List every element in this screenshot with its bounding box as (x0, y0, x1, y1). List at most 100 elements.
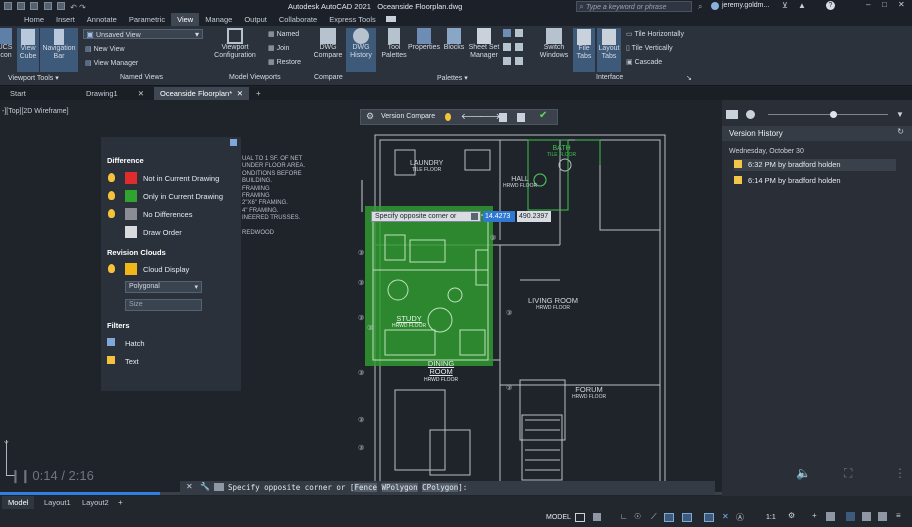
lightbulb-icon[interactable] (108, 264, 115, 273)
customization-icon[interactable]: ≡ (896, 511, 901, 520)
tile-horizontally-button[interactable]: ▭ Tile Horizontally (626, 30, 684, 38)
filter-text[interactable]: Text (101, 355, 241, 369)
close-icon[interactable]: ✕ (898, 0, 905, 9)
ribbon-tab-parametric[interactable]: Parametric (123, 13, 171, 26)
filter-hatch[interactable]: Hatch (101, 337, 241, 351)
clean-screen-icon[interactable] (878, 512, 887, 521)
viewport-tools-panel-label[interactable]: Viewport Tools ▾ (8, 74, 59, 82)
gray-swatch[interactable] (125, 208, 137, 220)
ribbon-tab-home[interactable]: Home (18, 13, 50, 26)
yellow-swatch[interactable] (125, 263, 137, 275)
legend-draw-order[interactable]: Draw Order (101, 226, 241, 240)
text-filter-icon[interactable] (107, 356, 115, 364)
lightbulb-icon[interactable] (108, 173, 115, 182)
maximize-icon[interactable]: □ (882, 0, 887, 9)
new-view-button[interactable]: ▤ New View (85, 45, 125, 53)
draw-order-icon[interactable] (125, 226, 137, 238)
tool-palettes-button[interactable]: Tool Palettes (380, 28, 408, 72)
dwg-history-button[interactable]: DWG History (346, 28, 376, 72)
annotation-scale-value[interactable]: 1:1 (766, 514, 776, 521)
red-swatch[interactable] (125, 172, 137, 184)
slider-thumb[interactable] (830, 111, 837, 118)
autodesk-app-icon[interactable]: ▲ (798, 1, 806, 10)
layout-tab-layout1[interactable]: Layout1 (38, 496, 77, 509)
fullscreen-icon[interactable]: ⛶ (844, 466, 852, 481)
join-viewports-button[interactable]: ▦ Join (268, 44, 289, 52)
file-tabs-button[interactable]: File Tabs (573, 28, 595, 72)
legend-not-in-current[interactable]: Not in Current Drawing (101, 172, 241, 186)
wrench-icon[interactable]: 🔧 (200, 482, 210, 491)
layout-icon[interactable] (726, 110, 738, 119)
cart-icon[interactable]: ⊻ (782, 1, 788, 10)
import-icon[interactable] (517, 113, 525, 122)
option-wpolygon[interactable]: WPolygon (381, 483, 418, 492)
user-icon[interactable] (711, 2, 719, 10)
green-swatch[interactable] (125, 190, 137, 202)
properties-button[interactable]: Properties (407, 28, 441, 72)
cloud-display-row[interactable]: Cloud Display (101, 263, 241, 277)
file-tab-drawing1[interactable]: Drawing1 ✕ (80, 87, 150, 100)
close-command-icon[interactable]: ✕ (186, 482, 193, 491)
object-snap-icon[interactable] (682, 513, 692, 522)
new-icon[interactable] (4, 2, 12, 10)
new-tab-icon[interactable]: + (256, 87, 261, 100)
cloud-size-input[interactable]: Size (125, 299, 202, 311)
next-change-icon[interactable]: 🡒 (479, 111, 500, 121)
polar-icon[interactable]: ☉ (634, 512, 641, 521)
object-snap-tracking-icon[interactable] (664, 513, 674, 522)
ribbon-tab-insert[interactable]: Insert (50, 13, 81, 26)
external-references-icon[interactable] (515, 43, 523, 51)
legend-no-differences[interactable]: No Differences (101, 208, 241, 222)
ribbon-tab-manage[interactable]: Manage (199, 13, 238, 26)
cascade-button[interactable]: ▣ Cascade (626, 58, 662, 66)
lightbulb-icon[interactable] (108, 191, 115, 200)
annotation-scale-icon[interactable]: ✕ (722, 512, 729, 521)
switch-windows-button[interactable]: Switch Windows (537, 28, 571, 72)
ribbon-tab-annotate[interactable]: Annotate (81, 13, 123, 26)
file-tab-start[interactable]: Start (4, 87, 74, 100)
help-icon[interactable]: ? (826, 1, 835, 10)
user-name[interactable]: jeremy.goldm... (722, 2, 769, 9)
option-fence[interactable]: Fence (354, 483, 378, 492)
units-icon[interactable] (826, 512, 835, 521)
design-center-icon[interactable] (503, 29, 511, 37)
lightbulb-icon[interactable] (445, 113, 451, 121)
panel-expand-icon[interactable]: ↘ (686, 74, 692, 82)
grid-icon[interactable] (575, 513, 585, 522)
layout-tab-model[interactable]: Model (2, 496, 35, 509)
layout-tab-layout2[interactable]: Layout2 (76, 496, 115, 509)
hatch-icon[interactable] (107, 338, 115, 346)
command-line[interactable]: ✕ 🔧 Specify opposite corner or [Fence WP… (180, 481, 715, 495)
version-entry[interactable]: 6:14 PM by bradford holden (734, 175, 896, 187)
markup-icon[interactable] (515, 29, 523, 37)
cloud-shape-dropdown[interactable]: Polygonal ▾ (125, 281, 202, 293)
minimize-icon[interactable]: – (866, 0, 870, 9)
ribbon-tab-collaborate[interactable]: Collaborate (273, 13, 323, 26)
close-tab-icon[interactable]: ✕ (138, 87, 144, 100)
ribbon-tab-view[interactable]: View (171, 13, 200, 26)
annotation-monitor-icon[interactable]: + (812, 511, 817, 520)
save-as-icon[interactable] (43, 2, 52, 10)
timeline-slider[interactable] (768, 114, 888, 115)
quick-access-toolbar[interactable]: ↶ ↷ (4, 2, 104, 12)
snap-icon[interactable] (593, 513, 601, 521)
sheet-set-manager-button[interactable]: Sheet Set Manager (466, 28, 502, 72)
hardware-acceleration-icon[interactable] (862, 512, 871, 521)
restore-viewports-button[interactable]: ▦ Restore (268, 58, 301, 66)
command-history-icon[interactable] (214, 483, 224, 491)
ribbon-tab-express-tools[interactable]: Express Tools (323, 13, 382, 26)
refresh-icon[interactable]: ↻ (897, 127, 904, 136)
ribbon-tab-output[interactable]: Output (238, 13, 273, 26)
model-space-toggle[interactable]: MODEL (546, 514, 571, 521)
undo-icon[interactable]: ↶ (70, 3, 77, 12)
command-line-icon[interactable] (503, 57, 511, 65)
save-icon[interactable] (30, 2, 39, 10)
named-view-dropdown[interactable]: ▣ Unsaved View ▾ (83, 29, 203, 39)
version-entry[interactable]: 6:32 PM by bradford holden (734, 159, 896, 171)
open-icon[interactable] (17, 2, 26, 10)
search-icon[interactable]: ⌕ (698, 2, 702, 12)
lightbulb-icon[interactable] (108, 209, 115, 218)
calculator-icon[interactable] (503, 43, 511, 51)
checkmark-icon[interactable]: ✔ (539, 110, 547, 121)
option-cpolygon[interactable]: CPolygon (422, 483, 459, 492)
